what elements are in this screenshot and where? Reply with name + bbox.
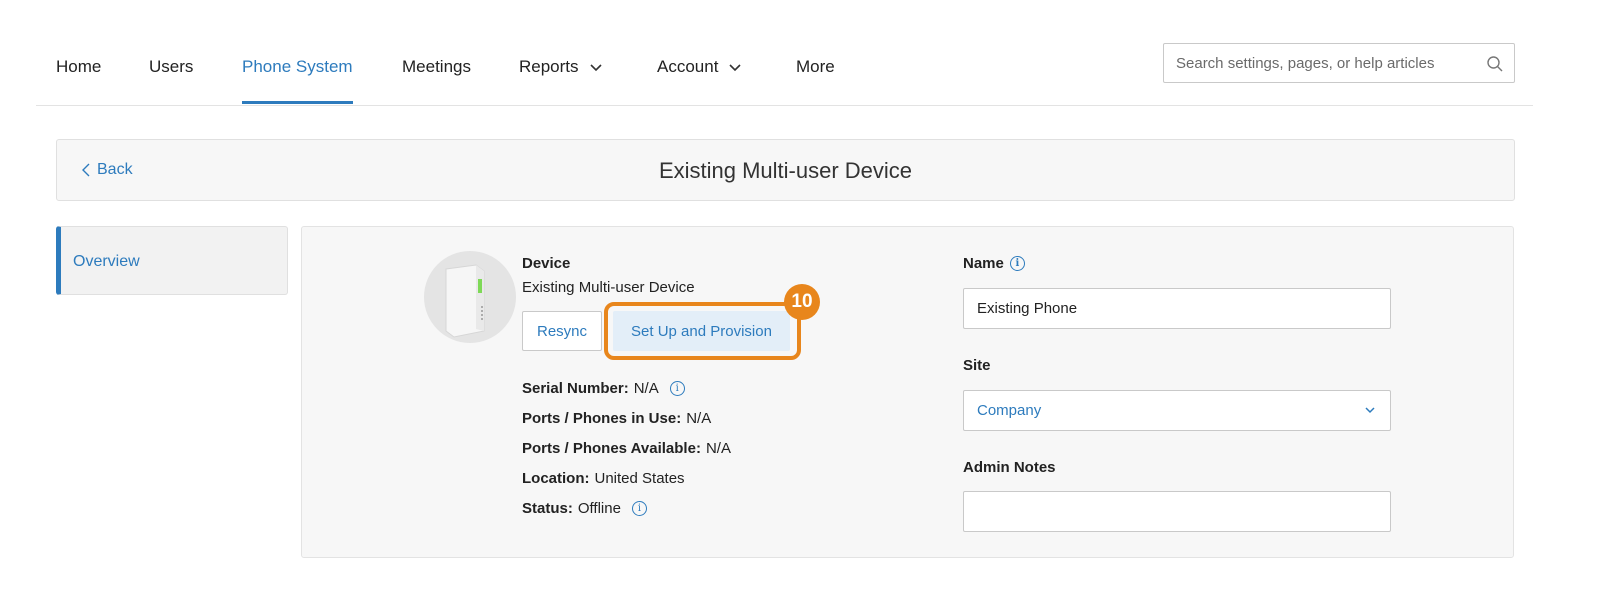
nav-more-label: More xyxy=(796,57,835,76)
sidebar-item-label: Overview xyxy=(73,253,140,270)
page-header: Back Existing Multi-user Device xyxy=(56,139,1515,201)
location-label: Location: xyxy=(522,470,590,487)
device-illustration-icon xyxy=(445,264,485,338)
search-icon[interactable] xyxy=(1486,55,1504,73)
status-label: Status: xyxy=(522,500,573,517)
step-number-badge: 10 xyxy=(784,284,820,320)
device-image xyxy=(424,251,516,343)
status-row: Status: Offline i xyxy=(522,500,647,517)
nav-home-label: Home xyxy=(56,57,102,76)
info-icon[interactable]: i xyxy=(1009,256,1025,271)
chevron-down-icon xyxy=(729,64,742,72)
admin-notes-label-text: Admin Notes xyxy=(963,459,1056,476)
site-label-text: Site xyxy=(963,357,991,374)
sidebar-item-overview[interactable]: Overview xyxy=(56,226,288,295)
info-icon[interactable]: i xyxy=(669,381,685,396)
search-box[interactable] xyxy=(1163,43,1515,83)
nav-meetings-label: Meetings xyxy=(402,57,471,76)
ports-in-use-value: N/A xyxy=(686,410,712,427)
location-value: United States xyxy=(594,470,685,487)
admin-notes-input[interactable] xyxy=(964,492,1377,531)
name-label-text: Name xyxy=(963,255,1004,272)
name-field-label: Name i xyxy=(963,255,1025,272)
admin-notes-field[interactable] xyxy=(963,491,1391,532)
nav-home[interactable]: Home xyxy=(56,57,101,77)
nav-reports-label: Reports xyxy=(519,57,579,76)
device-name: Existing Multi-user Device xyxy=(522,279,695,296)
serial-number-row: Serial Number: N/A i xyxy=(522,380,685,397)
serial-number-value: N/A xyxy=(633,380,659,397)
nav-phone-system-label: Phone System xyxy=(242,57,353,76)
info-icon[interactable]: i xyxy=(631,501,647,516)
resync-button[interactable]: Resync xyxy=(522,311,602,351)
ports-in-use-row: Ports / Phones in Use: N/A xyxy=(522,410,711,427)
search-input[interactable] xyxy=(1164,44,1476,82)
top-navigation: Home Users Phone System Meetings Reports… xyxy=(36,0,1533,106)
admin-notes-field-label: Admin Notes xyxy=(963,459,1056,476)
site-field-label: Site xyxy=(963,357,991,374)
nav-meetings[interactable]: Meetings xyxy=(402,57,471,77)
ports-in-use-label: Ports / Phones in Use: xyxy=(522,410,682,427)
name-input[interactable] xyxy=(964,289,1377,328)
ports-available-row: Ports / Phones Available: N/A xyxy=(522,440,731,457)
ports-available-value: N/A xyxy=(705,440,731,457)
step-highlight-outline xyxy=(604,302,801,360)
chevron-down-icon xyxy=(589,64,602,72)
nav-account-label: Account xyxy=(657,57,719,76)
nav-phone-system[interactable]: Phone System xyxy=(242,57,353,104)
location-row: Location: United States xyxy=(522,470,685,487)
nav-account[interactable]: Account xyxy=(657,57,742,77)
name-field[interactable] xyxy=(963,288,1391,329)
page-title: Existing Multi-user Device xyxy=(658,158,913,183)
site-select[interactable]: Company xyxy=(963,390,1391,431)
nav-users-label: Users xyxy=(149,57,194,76)
nav-more[interactable]: More xyxy=(796,57,835,77)
ports-available-label: Ports / Phones Available: xyxy=(522,440,701,457)
serial-number-label: Serial Number: xyxy=(522,380,629,397)
nav-users[interactable]: Users xyxy=(149,57,193,77)
nav-reports[interactable]: Reports xyxy=(519,57,603,77)
status-value: Offline xyxy=(577,500,621,517)
device-label: Device xyxy=(522,255,571,272)
site-select-value: Company xyxy=(977,402,1042,419)
chevron-down-icon xyxy=(1365,407,1375,414)
